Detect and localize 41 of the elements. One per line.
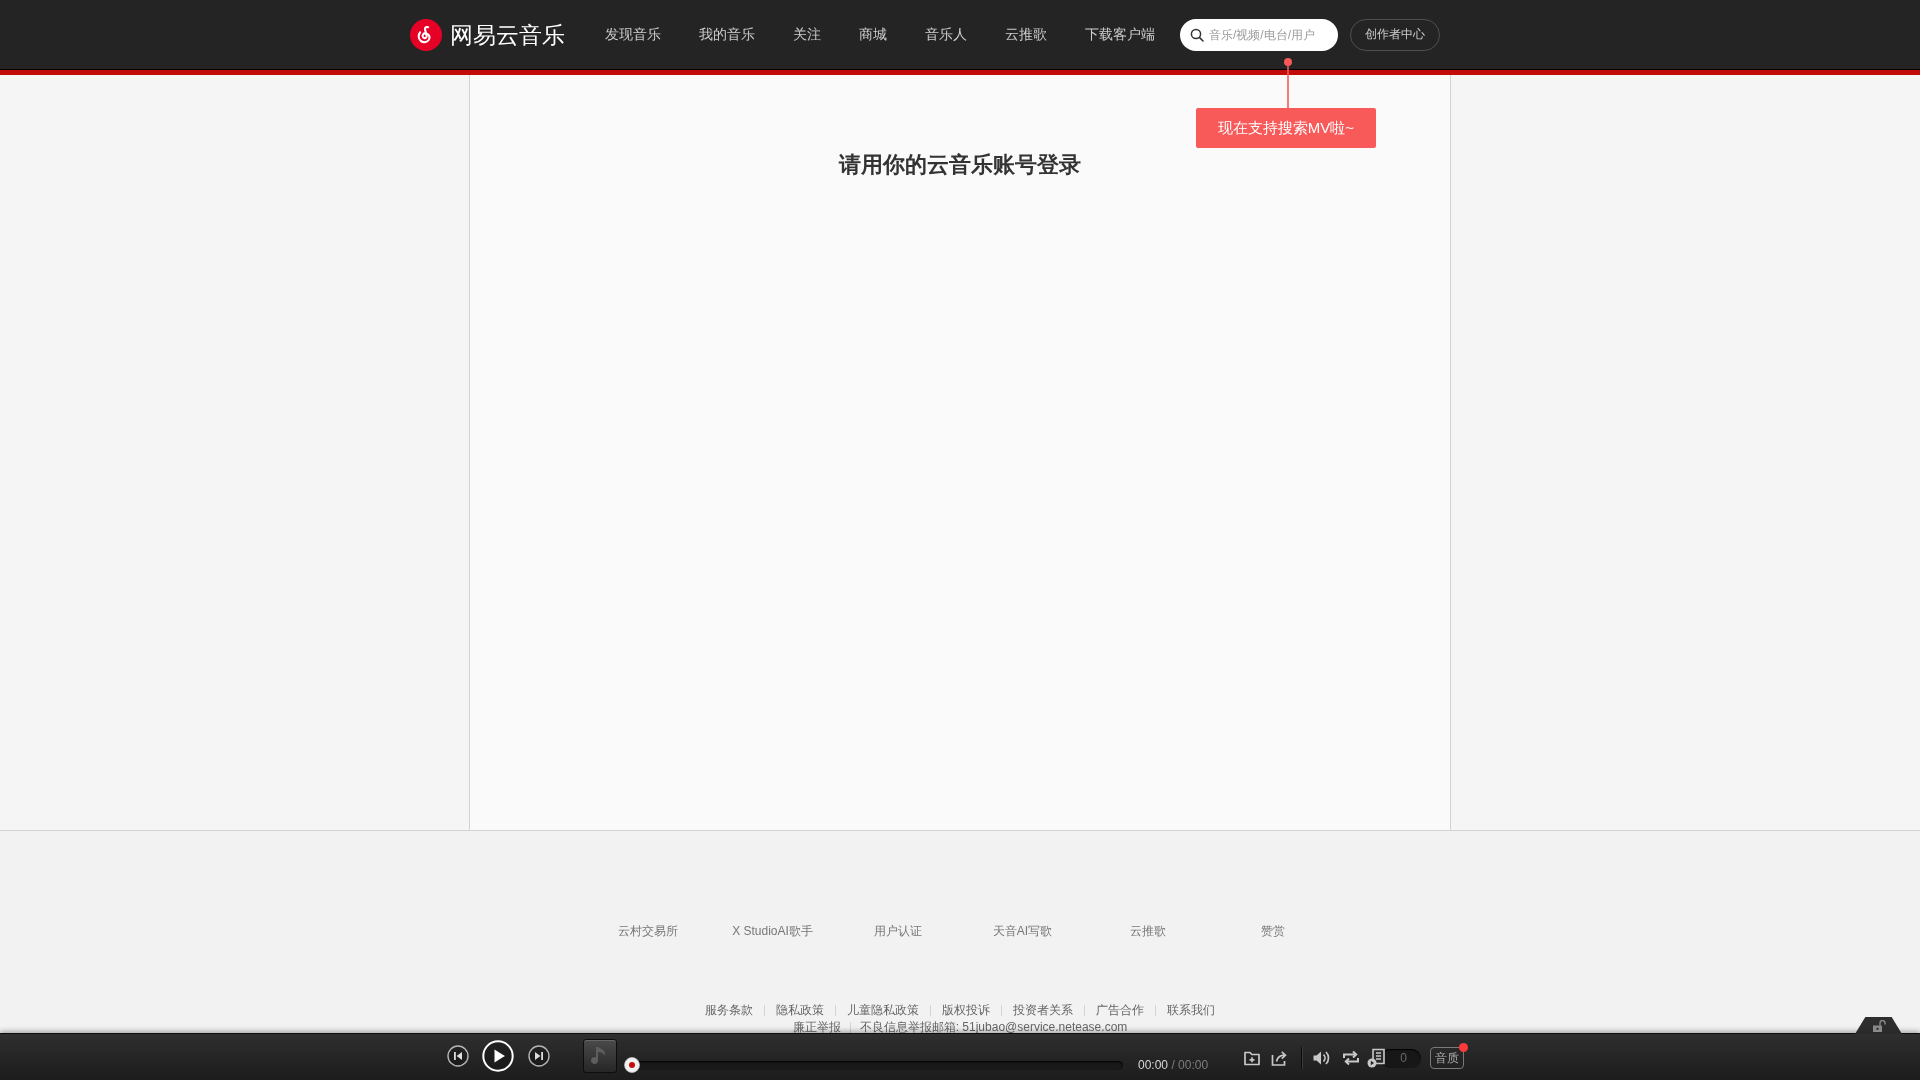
footer-service-link[interactable]: 天音AI写歌 <box>992 924 1053 938</box>
speaker-icon[interactable] <box>1312 1049 1330 1067</box>
nav-link[interactable]: 关注 <box>774 0 840 69</box>
nav-link[interactable]: 下载客户端 <box>1066 0 1174 69</box>
footer-link[interactable]: 服务条款 <box>705 1002 753 1019</box>
footer-service-link[interactable]: X StudioAI歌手 <box>732 924 813 938</box>
repeat-icon[interactable] <box>1341 1049 1361 1067</box>
folder-plus-icon[interactable] <box>1243 1049 1261 1067</box>
footer-service-link[interactable]: 赞赏 <box>1260 924 1285 938</box>
nav-link[interactable]: 云推歌 <box>986 0 1066 69</box>
footer-link[interactable]: 儿童隐私政策 <box>847 1002 919 1019</box>
nav-link[interactable]: 商城 <box>840 0 906 69</box>
total-time: 00:00 <box>1178 1058 1209 1072</box>
search-icon <box>1190 27 1204 42</box>
footer-service-link[interactable]: 用户认证 <box>873 924 922 938</box>
play-icon[interactable] <box>482 1040 514 1072</box>
share-icon[interactable] <box>1270 1049 1288 1067</box>
footer-service-link[interactable]: 云推歌 <box>1129 924 1166 938</box>
footer-link[interactable]: 投资者关系 <box>1013 1002 1073 1019</box>
search-field[interactable]: 音乐/视频/电台/用户 <box>1180 18 1338 51</box>
login-heading: 请用你的云音乐账号登录 <box>839 152 1081 178</box>
elapsed-time: 00:00 <box>1138 1058 1169 1072</box>
search-tooltip: 现在支持搜索MV啦~ <box>1196 108 1376 148</box>
progress-handle[interactable] <box>624 1057 640 1073</box>
logo-icon[interactable] <box>410 18 442 51</box>
footer-link[interactable]: 版权投诉 <box>942 1002 990 1019</box>
footer-link[interactable]: 廉正举报 <box>792 1020 841 1035</box>
footer-service-link[interactable]: 云村交易所 <box>617 924 678 938</box>
time-separator: / <box>1171 1058 1175 1072</box>
previous-track-icon[interactable] <box>447 1045 469 1067</box>
leader-line <box>1284 58 1292 108</box>
footer-link[interactable]: 联系我们 <box>1167 1002 1215 1019</box>
nav-link[interactable]: 发现音乐 <box>586 0 680 69</box>
nav-link[interactable]: 音乐人 <box>906 0 986 69</box>
logo-text[interactable]: 网易云音乐 <box>450 20 565 49</box>
footer-link[interactable]: 隐私政策 <box>776 1002 824 1019</box>
footer-link[interactable]: 不良信息举报邮箱: 51jubao@service.netease.com <box>859 1020 1128 1035</box>
nav-link[interactable]: 我的音乐 <box>680 0 774 69</box>
footer-link[interactable]: 广告合作 <box>1096 1002 1144 1019</box>
next-track-icon[interactable] <box>528 1045 550 1067</box>
playlist-icon[interactable] <box>1367 1048 1387 1068</box>
